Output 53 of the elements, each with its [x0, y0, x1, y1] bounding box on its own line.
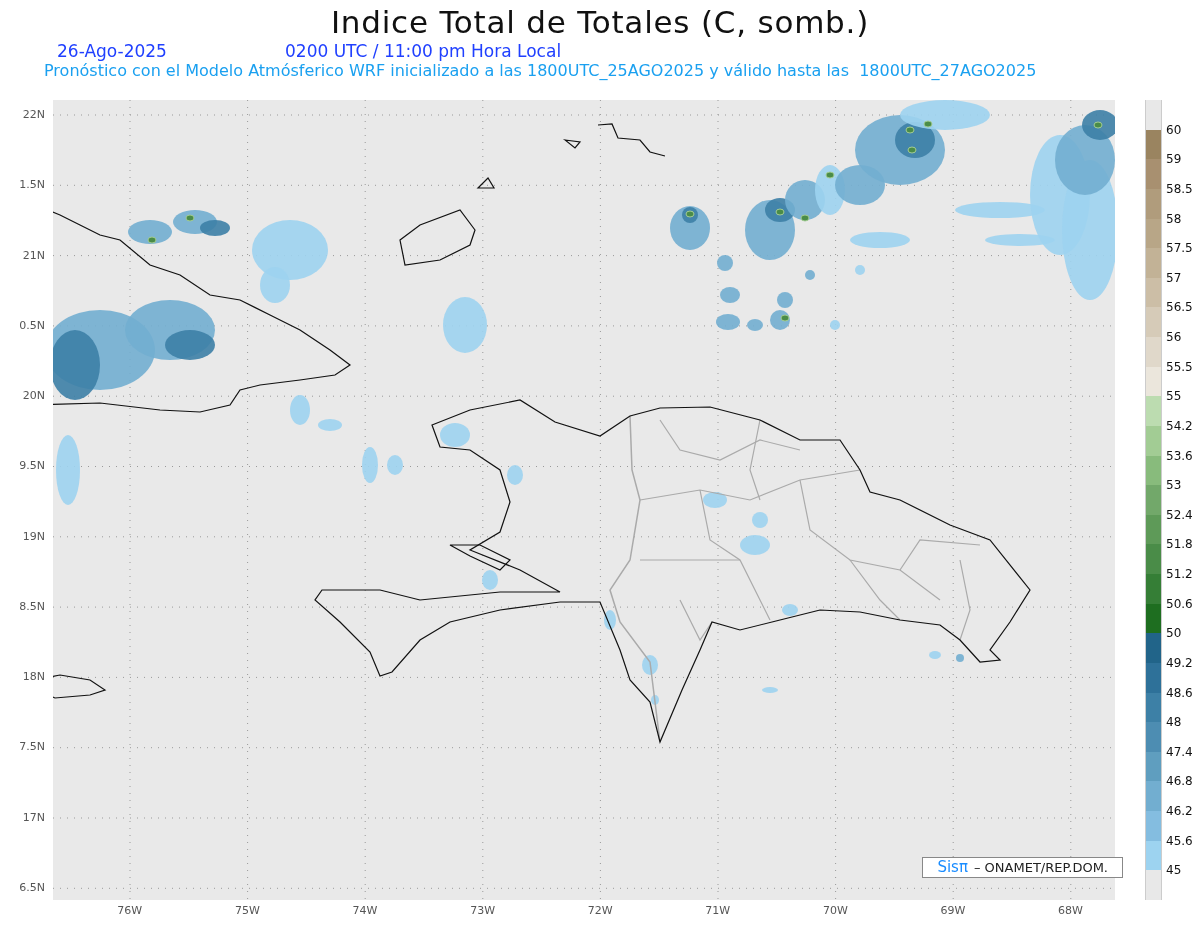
colorbar-label: 45: [1166, 863, 1182, 878]
colorbar-label: 59: [1166, 152, 1182, 167]
colorbar-label: 58: [1166, 211, 1182, 226]
longitude-label: 76W: [117, 903, 143, 919]
latitude-label: 7.5N: [19, 739, 45, 756]
longitude-label: 75W: [234, 903, 260, 919]
latitude-label: 19N: [22, 528, 45, 545]
colorbar-label: 54.2: [1166, 418, 1193, 433]
credit-text: – ONAMET/REP.DOM.: [973, 858, 1108, 877]
latitude-label: 20N: [22, 388, 45, 405]
latitude-label: 9.5N: [19, 458, 45, 475]
latitude-label: 17N: [22, 809, 45, 826]
colorbar-label: 49.2: [1166, 655, 1193, 670]
colorbar-label: 45.6: [1166, 833, 1193, 848]
colorbar-label: 50.6: [1166, 596, 1193, 611]
longitude-label: 72W: [587, 903, 613, 919]
latitude-label: 1.5N: [19, 177, 45, 194]
colorbar-label: 55.5: [1166, 359, 1193, 374]
longitude-label: 74W: [352, 903, 378, 919]
colorbar-label: 56.5: [1166, 300, 1193, 315]
colorbar-label: 57: [1166, 270, 1182, 285]
latitude-label: 8.5N: [19, 598, 45, 615]
latitude-label: 18N: [22, 669, 45, 686]
colorbar-label: 52.4: [1166, 507, 1193, 522]
longitude-label: 68W: [1058, 903, 1083, 919]
longitude-label: 70W: [822, 903, 848, 919]
colorbar-label: 58.5: [1166, 181, 1193, 196]
colorbar-label: 51.8: [1166, 537, 1193, 552]
credit-brand: Sisπ: [937, 857, 968, 879]
latitude-label: 22N: [22, 107, 45, 123]
longitude-label: 69W: [940, 903, 966, 919]
latitude-label: 21N: [22, 247, 45, 264]
colorbar-label: 53.6: [1166, 448, 1193, 463]
longitude-label: 71W: [705, 903, 731, 919]
colorbar-label: 57.5: [1166, 241, 1193, 256]
colorbar-label: 56: [1166, 330, 1182, 344]
colorbar-label: 53: [1166, 478, 1182, 493]
forecast-time: 0200 UTC / 11:00 pm Hora Local: [285, 41, 562, 61]
latitude-label: 0.5N: [19, 317, 45, 334]
colorbar-label: 55: [1166, 389, 1182, 404]
colorbar-label: 46.2: [1166, 804, 1193, 818]
colorbar-label: 46.8: [1166, 774, 1193, 789]
colorbar-label: 48: [1166, 715, 1182, 730]
colorbar-label: 51.2: [1166, 567, 1193, 581]
longitude-label: 73W: [470, 903, 495, 919]
colorbar-label: 48.6: [1166, 685, 1193, 700]
colorbar-label: 50: [1166, 626, 1182, 641]
map-title: Indice Total de Totales (C, somb.): [329, 3, 871, 41]
forecast-description: Pronóstico con el Modelo Atmósferico WRF inicializado a las 1800UTC_25AGO2025 y válido hasta las 1800UTC_27AGO2025: [43, 61, 1038, 81]
colorbar-label: 60: [1166, 122, 1182, 137]
latitude-label: 6.5N: [19, 879, 45, 896]
colorbar-label: 47.4: [1166, 744, 1193, 759]
forecast-date: 26-Ago-2025: [57, 41, 168, 61]
